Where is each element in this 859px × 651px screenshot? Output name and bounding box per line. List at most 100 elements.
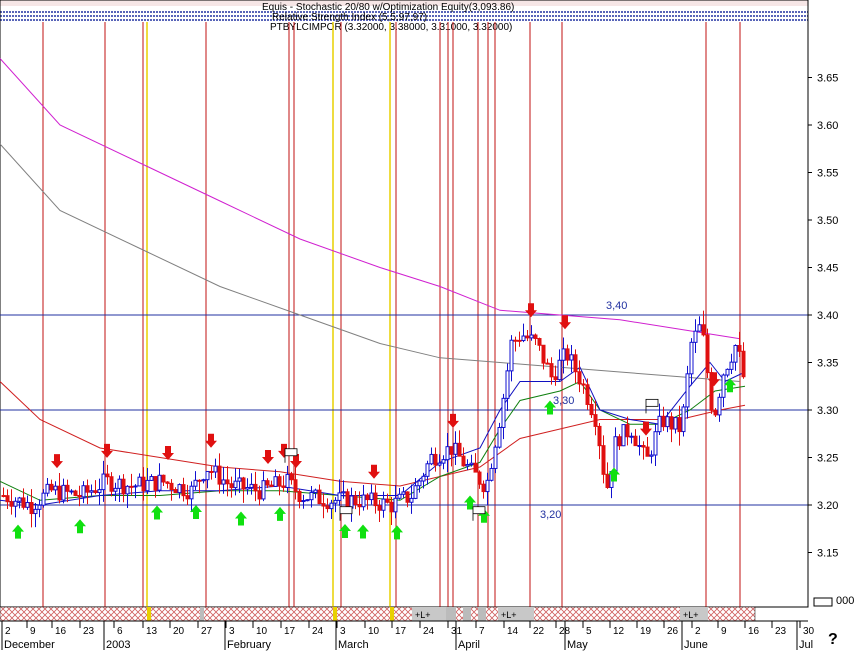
price-bar-body bbox=[585, 384, 590, 405]
price-bar-body bbox=[445, 446, 450, 461]
price-bar-body bbox=[29, 501, 34, 515]
price-bar-body bbox=[289, 473, 294, 481]
price-bar-body bbox=[265, 480, 270, 486]
x-tick-label: 30 bbox=[803, 626, 815, 637]
price-bar-body bbox=[561, 348, 566, 361]
price-bar-body bbox=[693, 330, 698, 343]
help-icon[interactable]: ? bbox=[828, 631, 838, 648]
price-bar-body bbox=[177, 484, 182, 494]
exit-flag-icon bbox=[472, 506, 486, 515]
price-bar-body bbox=[645, 446, 650, 457]
x-tick-label: 10 bbox=[368, 626, 380, 637]
price-bar-body bbox=[97, 489, 102, 494]
level-label: 3,40 bbox=[606, 300, 627, 312]
y-tick-label: 3.30 bbox=[817, 405, 838, 417]
price-bar-body bbox=[165, 481, 170, 484]
price-bar-body bbox=[405, 491, 410, 503]
price-bar-body bbox=[189, 485, 194, 500]
price-bar-body bbox=[465, 464, 470, 467]
price-bar-body bbox=[237, 477, 242, 482]
price-bar-body bbox=[529, 334, 534, 339]
price-bar-body bbox=[49, 483, 54, 491]
y-tick-label: 3.45 bbox=[817, 263, 838, 275]
price-bar-body bbox=[313, 489, 318, 493]
bottom-strip: +L+ +L+ +L+ bbox=[0, 606, 756, 622]
price-bar-body bbox=[193, 479, 198, 487]
price-bar-body bbox=[173, 489, 178, 494]
down-arrow-icon bbox=[101, 443, 113, 458]
price-bar-body bbox=[605, 473, 610, 488]
month-label: 2003 bbox=[106, 639, 130, 651]
y-tick-label: 3.40 bbox=[817, 310, 838, 322]
scroll-box-icon bbox=[813, 597, 833, 607]
x-tick-label: 10 bbox=[256, 626, 268, 637]
x-tick-label: 19 bbox=[640, 626, 652, 637]
price-bar-body bbox=[401, 491, 406, 495]
price-bar-body bbox=[457, 442, 462, 457]
x-tick-label: 13 bbox=[146, 626, 158, 637]
price-bar-body bbox=[641, 445, 646, 448]
x-tick-label: 3 bbox=[340, 626, 346, 637]
price-bar-body bbox=[725, 368, 730, 376]
price-bar-body bbox=[385, 498, 390, 503]
price-bar-body bbox=[321, 503, 326, 507]
price-bar-body bbox=[121, 478, 126, 495]
price-bar-body bbox=[345, 491, 350, 509]
price-bar-body bbox=[341, 491, 346, 494]
price-bar-body bbox=[145, 479, 150, 492]
month-label: May bbox=[567, 639, 588, 651]
price-bar-body bbox=[657, 415, 662, 433]
price-bar-body bbox=[125, 485, 130, 495]
price-bar-body bbox=[393, 497, 398, 513]
price-bar-body bbox=[417, 480, 422, 487]
x-tick-label: 24 bbox=[312, 626, 324, 637]
up-arrow-icon bbox=[12, 524, 24, 539]
price-bar-body bbox=[581, 383, 586, 386]
price-bar-body bbox=[41, 492, 46, 506]
price-bar-body bbox=[181, 484, 186, 497]
price-bar-body bbox=[365, 494, 370, 501]
price-bar-body bbox=[337, 492, 342, 501]
strip-block bbox=[478, 607, 486, 621]
price-bar-body bbox=[349, 495, 354, 509]
price-bar-body bbox=[113, 487, 118, 492]
price-bar-body bbox=[673, 417, 678, 430]
price-bar-body bbox=[409, 497, 414, 503]
strip-block bbox=[390, 607, 394, 621]
level-label: 3,30 bbox=[553, 395, 574, 407]
price-bar-body bbox=[373, 492, 378, 507]
price-bar-body bbox=[257, 490, 262, 500]
price-bar-body bbox=[621, 424, 626, 447]
price-bar-body bbox=[157, 474, 162, 491]
price-bar-body bbox=[517, 339, 522, 342]
price-bar-body bbox=[57, 485, 62, 501]
price-bar-body bbox=[225, 479, 230, 485]
price-bar-body bbox=[525, 335, 530, 339]
price-bar-body bbox=[377, 505, 382, 511]
x-tick-label: 23 bbox=[775, 626, 787, 637]
price-bar-body bbox=[413, 485, 418, 499]
price-bar-body bbox=[73, 490, 78, 496]
price-bar-body bbox=[557, 359, 562, 381]
price-bar-body bbox=[85, 485, 90, 493]
up-arrow-icon bbox=[151, 505, 163, 520]
price-bar-body bbox=[569, 354, 574, 361]
price-bar-body bbox=[677, 417, 682, 433]
x-tick-label: 14 bbox=[507, 626, 519, 637]
price-bar-body bbox=[333, 499, 338, 504]
price-bar-body bbox=[493, 446, 498, 469]
month-label: February bbox=[227, 639, 272, 651]
price-bar-body bbox=[681, 406, 686, 433]
price-bar-body bbox=[1, 495, 6, 497]
y-value-label: 000 bbox=[836, 595, 854, 607]
price-bar-body bbox=[713, 409, 718, 416]
price-bar-body bbox=[653, 431, 658, 456]
price-bar-body bbox=[53, 485, 58, 491]
exit-flag-icon bbox=[339, 506, 353, 515]
price-bar-body bbox=[61, 484, 66, 501]
price-bar-body bbox=[685, 373, 690, 408]
price-bar-body bbox=[661, 415, 666, 428]
price-bar-body bbox=[425, 463, 430, 477]
x-tick-label: 24 bbox=[423, 626, 435, 637]
price-bar-body bbox=[229, 483, 234, 489]
